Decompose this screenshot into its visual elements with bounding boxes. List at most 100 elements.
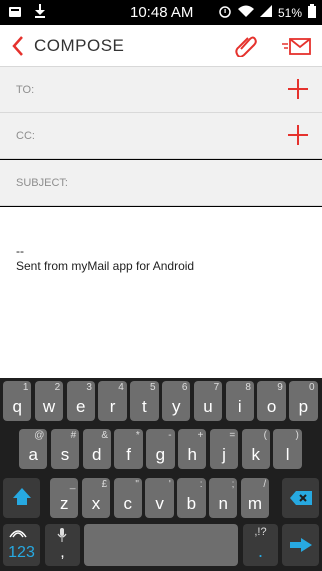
- key-secondary-label: 7: [213, 382, 220, 393]
- subject-label: SUBJECT:: [16, 177, 68, 189]
- key-label: u: [203, 397, 213, 416]
- add-cc-plus-icon[interactable]: [288, 125, 308, 145]
- numbers-key[interactable]: 123: [3, 524, 40, 566]
- status-time: 10:48 AM: [130, 4, 194, 21]
- key-secondary-label: ": [135, 479, 139, 490]
- key-label: f: [126, 445, 131, 464]
- on-screen-keyboard: 1q2w3e4r5t6y7u8i9o0p @ a # s & d * f - g + h = j(k) l …: [0, 378, 322, 571]
- key-label: w: [42, 397, 56, 416]
- cc-field[interactable]: CC:: [0, 113, 322, 159]
- back-button[interactable]: [10, 34, 26, 58]
- key-secondary-label: +: [197, 430, 204, 441]
- alarm-icon: [218, 4, 232, 21]
- key-q[interactable]: 1q: [3, 381, 32, 421]
- key-x[interactable]: £ x: [81, 478, 111, 518]
- key-label: n: [218, 494, 228, 513]
- signature-dash: --: [16, 244, 24, 258]
- key-label: i: [237, 397, 242, 416]
- key-label: s: [60, 445, 70, 464]
- key-label: d: [92, 445, 102, 464]
- key-y[interactable]: 6y: [162, 381, 191, 421]
- to-field[interactable]: TO:: [0, 67, 322, 113]
- shift-stem: [17, 497, 27, 505]
- key-label: z: [59, 494, 69, 513]
- page-title: COMPOSE: [34, 36, 125, 55]
- key-label: q: [12, 397, 22, 416]
- period-key[interactable]: ,!? .: [243, 524, 278, 566]
- key-b[interactable]: :b: [177, 478, 206, 518]
- key-secondary-label: #: [70, 430, 77, 441]
- key-secondary-label: ): [295, 430, 299, 441]
- key-u[interactable]: 7u: [193, 381, 223, 421]
- key-secondary-label: /: [263, 479, 267, 490]
- key-secondary-label: *: [135, 430, 140, 441]
- key-secondary-label: @: [34, 430, 45, 441]
- key-secondary-label: ;: [231, 479, 235, 490]
- signal-icon: [259, 5, 272, 20]
- key-k[interactable]: (k: [241, 429, 270, 469]
- period-label: .: [257, 541, 263, 561]
- key-label: g: [155, 445, 166, 464]
- key-h[interactable]: + h: [178, 429, 207, 469]
- key-label: p: [298, 397, 309, 416]
- key-secondary-label: :: [199, 479, 203, 490]
- subject-field[interactable]: SUBJECT:: [0, 160, 322, 206]
- key-secondary-label: 1: [22, 382, 29, 393]
- key-d[interactable]: & d: [82, 429, 111, 469]
- key-g[interactable]: -g: [146, 429, 175, 469]
- key-secondary-label: 6: [181, 382, 188, 393]
- punctuation-alt-label: ,!?: [254, 526, 267, 538]
- comma-label: ,: [60, 544, 65, 561]
- key-i[interactable]: 8i: [225, 381, 254, 421]
- key-f[interactable]: * f: [114, 429, 143, 469]
- to-label: TO:: [16, 84, 35, 96]
- send-button[interactable]: [282, 35, 312, 57]
- space-key[interactable]: [84, 524, 238, 566]
- message-body[interactable]: -- Sent from myMail app for Android: [0, 207, 322, 378]
- backspace-key[interactable]: [282, 478, 319, 518]
- key-secondary-label: 4: [118, 382, 124, 393]
- battery-percent: 51%: [277, 5, 302, 20]
- key-secondary-label: £: [101, 479, 108, 490]
- key-v[interactable]: ' v: [145, 478, 174, 518]
- chevron-left-icon: [12, 36, 23, 56]
- paperclip-icon: [235, 36, 257, 58]
- signature-text: Sent from myMail app for Android: [16, 259, 195, 273]
- key-secondary-label: ': [168, 479, 171, 490]
- key-secondary-label: 9: [277, 382, 283, 393]
- key-j[interactable]: = j: [209, 429, 239, 469]
- key-p[interactable]: 0p: [289, 381, 318, 421]
- key-label: v: [155, 494, 164, 513]
- key-label: x: [91, 494, 101, 513]
- key-m[interactable]: / m: [240, 478, 270, 518]
- attach-button[interactable]: [235, 33, 257, 58]
- key-r[interactable]: 4r: [98, 381, 127, 421]
- key-label: l: [285, 445, 290, 464]
- key-z[interactable]: _ z: [50, 478, 79, 518]
- enter-key[interactable]: [282, 524, 319, 566]
- key-label: t: [142, 397, 147, 416]
- key-n[interactable]: ; n: [209, 478, 238, 518]
- key-e[interactable]: 3e: [66, 381, 95, 421]
- key-w[interactable]: 2w: [34, 381, 64, 421]
- key-secondary-label: 2: [54, 382, 61, 393]
- add-recipient-plus-icon[interactable]: [288, 79, 308, 99]
- key-label: y: [171, 397, 181, 416]
- key-secondary-label: _: [69, 479, 76, 490]
- key-o[interactable]: 9o: [257, 381, 286, 421]
- key-c[interactable]: " c: [113, 478, 142, 518]
- key-secondary-label: &: [101, 430, 108, 441]
- microphone-icon: [57, 528, 67, 542]
- shift-key[interactable]: [3, 478, 40, 518]
- key-secondary-label: 3: [86, 382, 92, 393]
- key-secondary-label: 0: [309, 382, 315, 393]
- cc-label: CC:: [16, 130, 35, 142]
- arrow-right-icon: [290, 538, 312, 552]
- key-a[interactable]: @ a: [19, 429, 48, 469]
- wifi-icon: [237, 5, 254, 20]
- voice-input-key[interactable]: ,: [45, 524, 80, 566]
- key-t[interactable]: 5t: [130, 381, 159, 421]
- key-l[interactable]: ) l: [273, 429, 302, 469]
- key-label: b: [186, 494, 197, 513]
- key-s[interactable]: # s: [50, 429, 80, 469]
